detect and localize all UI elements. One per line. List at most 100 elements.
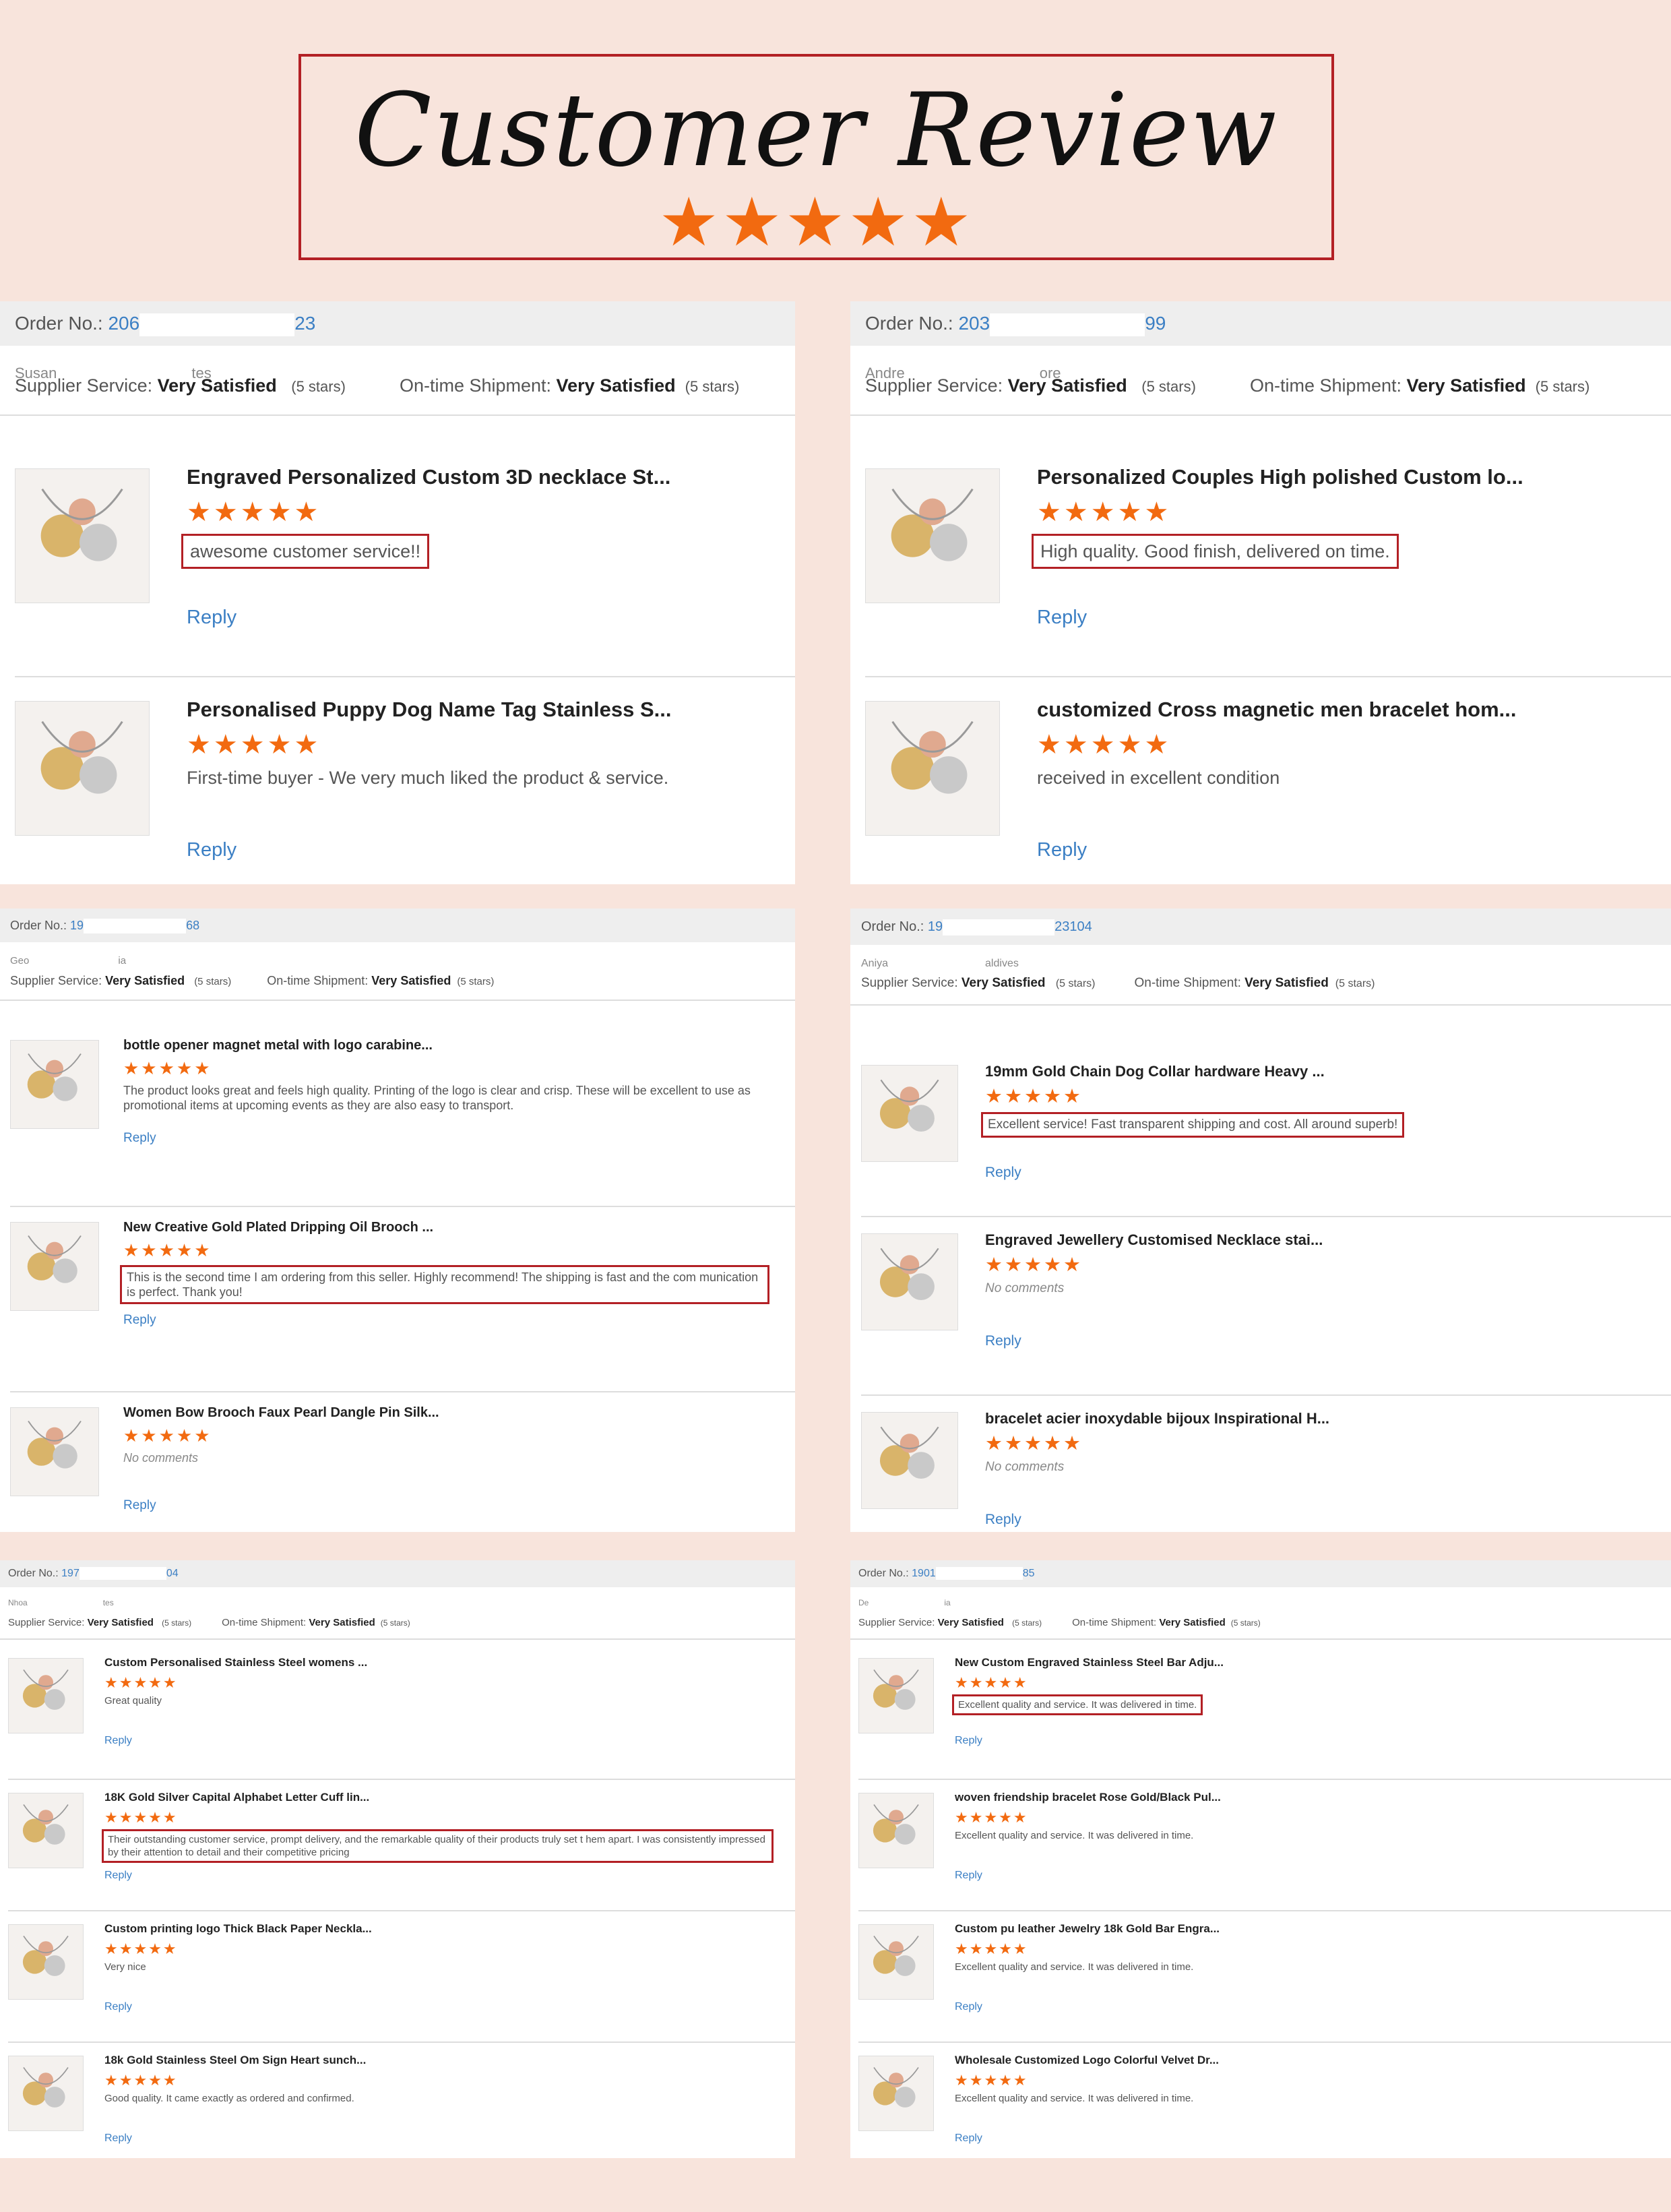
ontime-shipment-stars: (5 stars) — [380, 1618, 410, 1628]
reply-link[interactable]: Reply — [123, 1498, 156, 1513]
product-title[interactable]: Engraved Personalized Custom 3D necklace… — [187, 465, 670, 489]
order-number-redaction — [943, 919, 1055, 935]
product-title[interactable]: Personalised Puppy Dog Name Tag Stainles… — [187, 698, 672, 722]
review-comment: The product looks great and feels high q… — [123, 1084, 751, 1112]
product-title[interactable]: Wholesale Customized Logo Colorful Velve… — [955, 2054, 1219, 2067]
star-rating: ★★★★★ — [104, 1940, 178, 1957]
engraved-necklace-thumbnail — [861, 1233, 958, 1330]
reply-link[interactable]: Reply — [955, 1735, 982, 1747]
supplier-service-label: Supplier Service: — [861, 976, 958, 990]
review-comment: High quality. Good finish, delivered on … — [1032, 534, 1399, 569]
cufflinks-thumbnail — [8, 1793, 84, 1868]
ontime-shipment-label: On-time Shipment: — [1072, 1617, 1157, 1628]
product-title[interactable]: 18K Gold Silver Capital Alphabet Letter … — [104, 1791, 369, 1804]
supplier-service-stars: (5 stars) — [291, 378, 346, 395]
bar-necklace-thumbnail — [8, 1658, 84, 1733]
ontime-shipment-value: Very Satisfied — [556, 375, 676, 396]
cuff-bracelet-thumbnail — [861, 1412, 958, 1509]
header-divider — [0, 414, 795, 416]
product-title[interactable]: Engraved Jewellery Customised Necklace s… — [985, 1231, 1323, 1249]
review-panel: Order No.: 19 68 Geo ia Supplier Service: Ve… — [0, 909, 795, 1532]
buyer-name-end: aldives — [985, 958, 1019, 969]
reply-link[interactable]: Reply — [955, 2132, 982, 2145]
review-comment: No comments — [985, 1460, 1065, 1474]
item-divider — [858, 1779, 1671, 1780]
buyer-name-start: Nhoa — [8, 1598, 28, 1607]
order-number-redaction — [84, 919, 187, 934]
satisfaction-row: Supplier Service: Very Satisfied (5 star… — [865, 375, 1589, 396]
reply-link[interactable]: Reply — [104, 1870, 132, 1882]
star-rating: ★★★★★ — [187, 730, 321, 760]
ontime-shipment-stars: (5 stars) — [685, 378, 740, 395]
star-rating: ★★★★★ — [1037, 497, 1172, 527]
order-number-suffix: 99 — [1145, 313, 1166, 334]
reply-link[interactable]: Reply — [104, 2132, 132, 2145]
review-comment: Excellent service! Fast transparent ship… — [981, 1112, 1405, 1138]
reply-link[interactable]: Reply — [187, 839, 237, 861]
product-title[interactable]: bracelet acier inoxydable bijoux Inspira… — [985, 1410, 1329, 1427]
reply-link[interactable]: Reply — [985, 1165, 1021, 1181]
order-number-bar: Order No.: 1901 85 — [850, 1560, 1671, 1587]
buyer-name-end: ia — [118, 955, 127, 966]
reply-link[interactable]: Reply — [104, 2001, 132, 2013]
review-comment: Their outstanding customer service, prom… — [102, 1829, 774, 1863]
reply-link[interactable]: Reply — [985, 1512, 1021, 1528]
product-title[interactable]: Custom pu leather Jewelry 18k Gold Bar E… — [955, 1922, 1220, 1936]
reply-link[interactable]: Reply — [187, 607, 237, 629]
product-title[interactable]: bottle opener magnet metal with logo car… — [123, 1038, 433, 1053]
review-comment: received in excellent condition — [1037, 768, 1280, 788]
product-title[interactable]: Custom Personalised Stainless Steel wome… — [104, 1656, 367, 1669]
review-panel: Order No.: 197 04 Nhoa tes Supplier Service:… — [0, 1560, 795, 2158]
product-title[interactable]: Custom printing logo Thick Black Paper N… — [104, 1922, 372, 1936]
ontime-shipment-label: On-time Shipment: — [399, 375, 552, 396]
reply-link[interactable]: Reply — [1037, 607, 1087, 629]
product-title[interactable]: New Creative Gold Plated Dripping Oil Br… — [123, 1220, 433, 1235]
ontime-shipment-stars: (5 stars) — [1535, 378, 1590, 395]
order-number-prefix: 1901 — [912, 1568, 936, 1579]
header-star-rating: ★★★★★ — [658, 185, 974, 260]
product-title[interactable]: customized Cross magnetic men bracelet h… — [1037, 698, 1516, 722]
supplier-service-value: Very Satisfied — [937, 1617, 1004, 1628]
product-title[interactable]: 19mm Gold Chain Dog Collar hardware Heav… — [985, 1063, 1325, 1080]
bracelet-thumbnail — [865, 701, 1000, 836]
order-number-prefix: 19 — [927, 919, 943, 934]
buyer-name-start: Aniya — [861, 958, 889, 969]
item-divider — [861, 1394, 1671, 1396]
reply-link[interactable]: Reply — [123, 1313, 156, 1328]
pendant-thumbnail — [865, 468, 1000, 603]
order-number-prefix: 197 — [61, 1568, 80, 1579]
item-divider — [15, 676, 795, 677]
review-panel: Order No.: 206 23 Susan tes Supplier Service… — [0, 301, 795, 884]
velvet-pouch-thumbnail — [858, 2056, 934, 2131]
reply-link[interactable]: Reply — [104, 1735, 132, 1747]
order-number-bar: Order No.: 19 68 — [0, 909, 795, 942]
buyer-name-start: De — [858, 1598, 869, 1607]
order-number-redaction — [79, 1567, 166, 1580]
satisfaction-row: Supplier Service: Very Satisfied (5 star… — [861, 976, 1375, 991]
product-title[interactable]: New Custom Engraved Stainless Steel Bar … — [955, 1656, 1224, 1669]
reply-link[interactable]: Reply — [1037, 839, 1087, 861]
product-title[interactable]: 18k Gold Stainless Steel Om Sign Heart s… — [104, 2054, 366, 2067]
buyer-name: De ia — [858, 1598, 951, 1607]
supplier-service-stars: (5 stars) — [1012, 1618, 1042, 1628]
header-divider — [0, 1638, 795, 1640]
product-title[interactable]: woven friendship bracelet Rose Gold/Blac… — [955, 1791, 1221, 1804]
supplier-service-stars: (5 stars) — [194, 976, 232, 987]
product-title[interactable]: Personalized Couples High polished Custo… — [1037, 465, 1523, 489]
product-title[interactable]: Women Bow Brooch Faux Pearl Dangle Pin S… — [123, 1405, 439, 1421]
order-number-redaction — [935, 1567, 1023, 1580]
item-divider — [10, 1206, 795, 1207]
supplier-service-label: Supplier Service: — [865, 375, 1003, 396]
reply-link[interactable]: Reply — [955, 2001, 982, 2013]
item-divider — [858, 2041, 1671, 2043]
bottle-opener-thumbnail — [10, 1040, 99, 1129]
reply-link[interactable]: Reply — [955, 1870, 982, 1882]
star-rating: ★★★★★ — [123, 1240, 212, 1260]
star-rating: ★★★★★ — [1037, 730, 1172, 760]
supplier-service-stars: (5 stars) — [1141, 378, 1196, 395]
reply-link[interactable]: Reply — [123, 1131, 156, 1146]
reply-link[interactable]: Reply — [985, 1333, 1021, 1349]
order-number-suffix: 23104 — [1054, 919, 1092, 934]
satisfaction-row: Supplier Service: Very Satisfied (5 star… — [10, 974, 494, 988]
review-panel: Order No.: 1901 85 De ia Supplier Service: V… — [850, 1560, 1671, 2158]
